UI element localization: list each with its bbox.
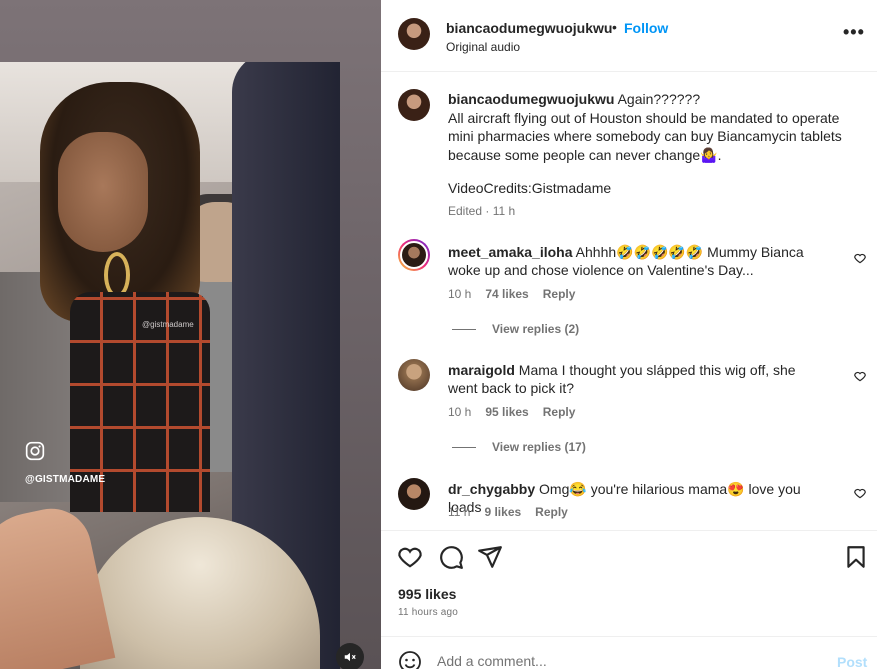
view-replies-label: View replies (17) — [492, 440, 586, 454]
caption-text: biancaodumegwuojukwu Again?????? All air… — [448, 90, 858, 164]
comment-username[interactable]: meet_amaka_iloha — [448, 244, 573, 260]
like-comment-heart-icon[interactable] — [853, 486, 867, 500]
post-actions-divider — [381, 530, 877, 531]
replies-divider — [452, 328, 476, 330]
share-paper-plane-icon[interactable] — [477, 544, 503, 570]
replies-divider — [452, 446, 476, 448]
post-timestamp[interactable]: 11 hours ago — [398, 607, 458, 618]
comment-time[interactable]: 11 h — [448, 505, 470, 519]
commenter-avatar[interactable] — [398, 359, 430, 391]
save-bookmark-icon[interactable] — [843, 544, 869, 570]
add-comment-input[interactable] — [437, 653, 817, 669]
follow-button[interactable]: Follow — [624, 20, 668, 36]
view-replies-label: View replies (2) — [492, 322, 580, 336]
post-comment-button[interactable]: Post — [837, 654, 867, 669]
add-comment-bar: Post — [381, 636, 877, 669]
comment-meta: 11 h 9 likes Reply — [448, 505, 568, 519]
audio-label[interactable]: Original audio — [446, 40, 520, 54]
author-username[interactable]: biancaodumegwuojukwu — [446, 20, 612, 36]
post-header: biancaodumegwuojukwu • Follow Original a… — [381, 0, 877, 72]
video-watermark: @gistmadame — [142, 320, 194, 329]
comment-likes[interactable]: 9 likes — [484, 505, 521, 519]
muted-speaker-icon — [344, 652, 356, 662]
more-options-button[interactable]: ••• — [843, 22, 865, 43]
post-details-panel: biancaodumegwuojukwu • Follow Original a… — [381, 0, 877, 669]
header-separator: • — [612, 19, 617, 35]
post-likes-count[interactable]: 995 likes — [398, 586, 456, 602]
comment-username[interactable]: maraigold — [448, 362, 515, 378]
caption-credits: VideoCredits:Gistmadame — [448, 180, 612, 196]
view-replies-button[interactable]: View replies (2) — [452, 322, 579, 336]
comment-text: maraigold Mama I thought you slápped thi… — [448, 361, 828, 397]
woman-face — [58, 132, 148, 252]
like-heart-icon[interactable] — [397, 544, 423, 570]
video-frame[interactable]: @gistmadame @GISTMADAME — [0, 62, 340, 669]
view-replies-button[interactable]: View replies (17) — [452, 440, 586, 454]
reply-button[interactable]: Reply — [535, 505, 568, 519]
foreground-arm — [0, 501, 116, 669]
comment-meta: 10 h 74 likes Reply — [448, 287, 575, 301]
caption-avatar[interactable] — [398, 89, 430, 121]
post-media[interactable]: @gistmadame @GISTMADAME — [0, 0, 381, 669]
comment-likes[interactable]: 74 likes — [485, 287, 528, 301]
mute-button[interactable] — [336, 643, 364, 669]
author-avatar[interactable] — [398, 18, 430, 50]
caption-username[interactable]: biancaodumegwuojukwu — [448, 91, 614, 107]
reply-button[interactable]: Reply — [543, 287, 576, 301]
instagram-icon — [25, 441, 45, 461]
comment-time[interactable]: 10 h — [448, 287, 471, 301]
caption-meta: Edited · 11 h — [448, 204, 516, 218]
comment-bubble-icon[interactable] — [438, 544, 464, 570]
comment-username[interactable]: dr_chygabby — [448, 481, 535, 497]
comment-text: meet_amaka_iloha Ahhhh🤣🤣🤣🤣🤣 Mummy Bianca… — [448, 243, 828, 279]
comment-likes[interactable]: 95 likes — [485, 405, 528, 419]
comment-meta: 10 h 95 likes Reply — [448, 405, 575, 419]
commenter-avatar[interactable] — [398, 478, 430, 510]
like-comment-heart-icon[interactable] — [853, 251, 867, 265]
like-comment-heart-icon[interactable] — [853, 369, 867, 383]
commenter-avatar[interactable] — [398, 239, 430, 271]
comment-time[interactable]: 10 h — [448, 405, 471, 419]
reply-button[interactable]: Reply — [543, 405, 576, 419]
emoji-icon[interactable] — [398, 650, 422, 669]
video-handle: @GISTMADAME — [25, 474, 106, 485]
